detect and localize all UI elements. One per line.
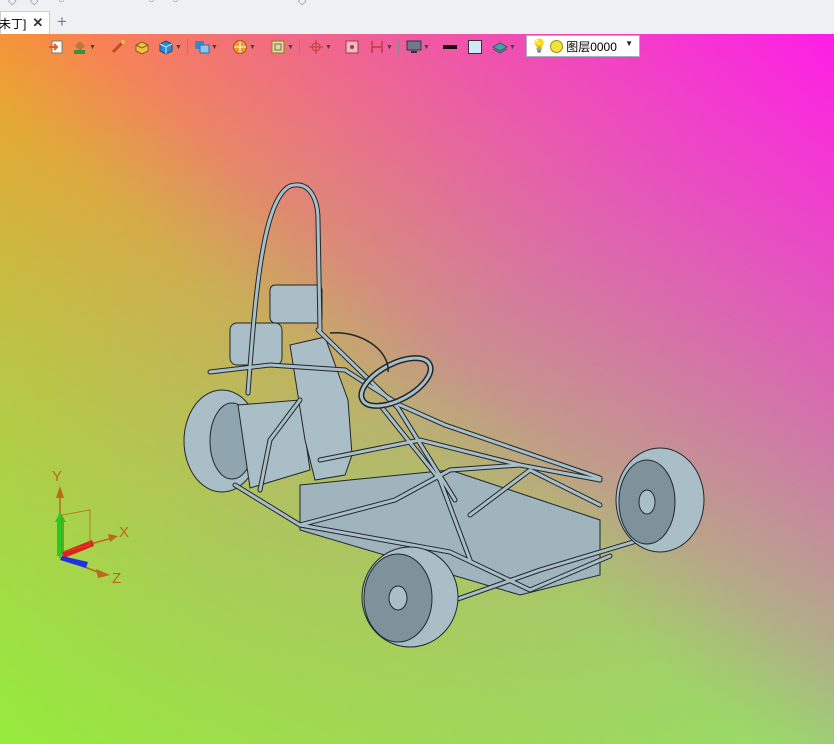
layer-stack-button[interactable]: ▼ bbox=[492, 36, 516, 58]
3d-viewport[interactable]: Y X Z bbox=[0, 34, 834, 744]
render-icon bbox=[345, 40, 359, 54]
fuel-tank bbox=[229, 322, 283, 366]
dropdown-arrow-icon: ▼ bbox=[175, 43, 182, 51]
quick-access-icon[interactable]: ○ bbox=[148, 0, 155, 6]
view-cube-icon bbox=[195, 41, 210, 54]
x-axis-label: X bbox=[119, 524, 130, 541]
toolbar-separator bbox=[299, 39, 300, 55]
dropdown-arrow-icon: ▼ bbox=[249, 43, 256, 51]
line-color-icon bbox=[443, 45, 457, 49]
quick-access-icon[interactable]: ◇ bbox=[298, 0, 306, 7]
dropdown-arrow-icon: ▼ bbox=[386, 43, 393, 51]
quick-access-toolbar: ◇ ◇ ○ ○ ○ ◇ bbox=[0, 0, 834, 8]
paint-bucket-icon bbox=[74, 41, 85, 54]
crosshair-button[interactable]: ▼ bbox=[308, 36, 332, 58]
layer-status-icon bbox=[550, 39, 564, 53]
quick-access-icon[interactable]: ○ bbox=[172, 0, 179, 6]
cube-button[interactable]: ▼ bbox=[158, 36, 182, 58]
crosshair-icon bbox=[309, 40, 323, 54]
wireframe-button[interactable]: ▼ bbox=[270, 36, 294, 58]
quick-access-icon[interactable]: ◇ bbox=[30, 0, 38, 7]
layer-stack-icon bbox=[492, 42, 508, 54]
display-mode-button[interactable]: ▼ bbox=[232, 36, 256, 58]
paint-bucket-button[interactable]: ▼ bbox=[72, 36, 96, 58]
dropdown-arrow-icon: ▼ bbox=[509, 43, 516, 51]
monitor-icon bbox=[406, 40, 422, 53]
engine-block bbox=[237, 399, 311, 489]
face-color-button[interactable] bbox=[467, 36, 483, 58]
rear-box bbox=[269, 284, 323, 324]
import-icon bbox=[49, 40, 63, 54]
toolbar-separator bbox=[398, 39, 399, 55]
z-axis-label: Z bbox=[112, 570, 122, 587]
shade-box-button[interactable] bbox=[134, 36, 150, 58]
quick-access-icon[interactable]: ○ bbox=[58, 0, 65, 6]
wireframe-icon bbox=[271, 40, 285, 54]
coordinate-triad bbox=[55, 486, 118, 578]
lightbulb-icon: 💡 bbox=[531, 38, 548, 53]
brush-button[interactable] bbox=[110, 36, 126, 58]
chevron-down-icon[interactable]: ▼ bbox=[625, 39, 633, 48]
section-button[interactable]: ▼ bbox=[369, 36, 393, 58]
document-tab[interactable]: 未丁] ✕ bbox=[0, 11, 50, 34]
front-right-wheel bbox=[615, 447, 705, 553]
section-icon bbox=[371, 41, 383, 53]
vehicle-model[interactable] bbox=[0, 34, 834, 744]
dropdown-arrow-icon: ▼ bbox=[211, 43, 218, 51]
shade-box-icon bbox=[135, 41, 149, 55]
display-mode-icon bbox=[233, 40, 247, 54]
layer-select-value: 图层0000 bbox=[566, 39, 617, 54]
quick-access-icon[interactable]: ◇ bbox=[8, 0, 16, 7]
document-tab-label: 未丁] bbox=[0, 16, 27, 31]
view-cube-button[interactable]: ▼ bbox=[194, 36, 218, 58]
layer-select[interactable]: 💡 图层0000 ▼ bbox=[526, 35, 640, 57]
close-icon[interactable]: ✕ bbox=[32, 15, 43, 31]
front-left-wheel bbox=[361, 546, 459, 648]
face-color-icon bbox=[468, 40, 482, 54]
dropdown-arrow-icon: ▼ bbox=[89, 43, 96, 51]
document-tab-bar: 未丁] ✕ + bbox=[0, 8, 834, 35]
dropdown-arrow-icon: ▼ bbox=[325, 43, 332, 51]
dropdown-arrow-icon: ▼ bbox=[423, 43, 430, 51]
line-color-button[interactable] bbox=[442, 36, 458, 58]
toolbar-separator bbox=[187, 39, 188, 55]
y-axis-label: Y bbox=[52, 468, 63, 485]
monitor-button[interactable]: ▼ bbox=[406, 36, 430, 58]
add-tab-icon[interactable]: + bbox=[57, 12, 67, 32]
render-button[interactable] bbox=[344, 36, 360, 58]
cube-icon bbox=[159, 40, 173, 55]
import-button[interactable] bbox=[48, 36, 64, 58]
dropdown-arrow-icon: ▼ bbox=[287, 43, 294, 51]
brush-icon bbox=[111, 40, 125, 54]
